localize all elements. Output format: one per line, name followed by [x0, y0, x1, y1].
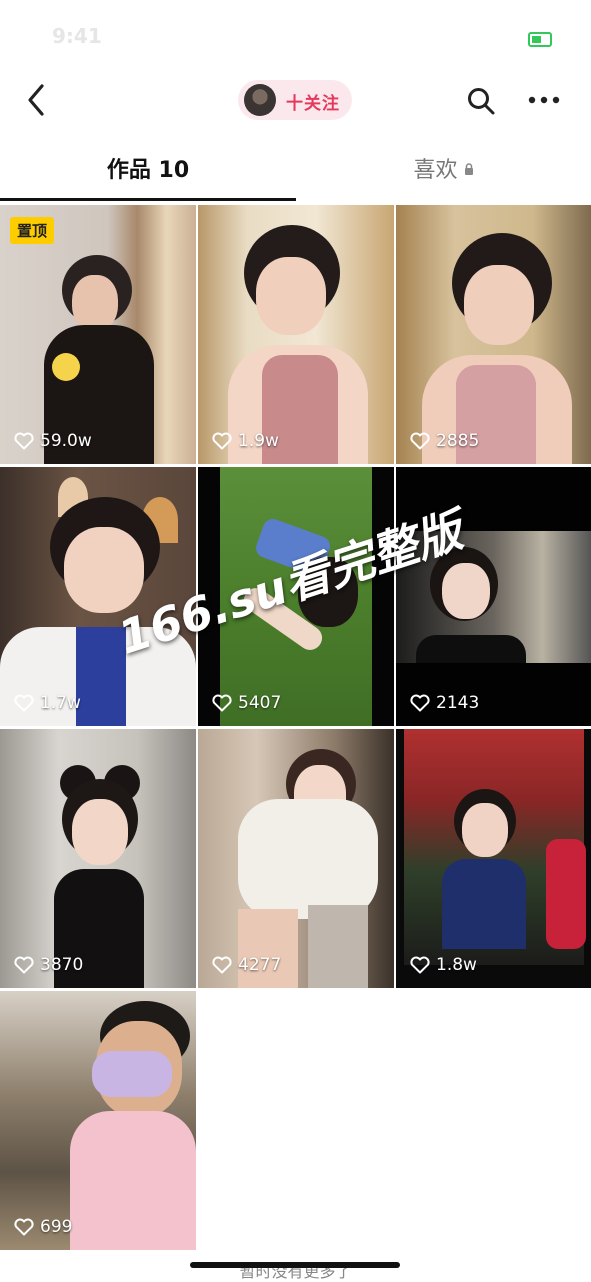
battery-icon	[528, 32, 552, 47]
video-item[interactable]: 置顶 59.0w	[0, 205, 196, 464]
tab-works[interactable]: 作品 10	[0, 140, 296, 202]
video-item[interactable]: 3870	[0, 729, 196, 988]
like-count-value: 2885	[436, 431, 480, 451]
profile-tabs: 作品 10 喜欢	[0, 140, 591, 204]
like-count: 699	[14, 1216, 72, 1238]
tab-works-label: 作品 10	[106, 158, 190, 183]
home-indicator	[190, 1262, 400, 1268]
like-count: 1.7w	[14, 692, 81, 714]
like-count-value: 1.8w	[436, 955, 477, 975]
like-count: 2885	[410, 430, 479, 452]
search-icon[interactable]	[466, 86, 496, 116]
like-count-value: 3870	[40, 955, 84, 975]
more-icon[interactable]	[526, 88, 562, 112]
heart-icon	[410, 432, 430, 450]
video-thumbnail	[396, 205, 591, 464]
heart-icon	[14, 956, 34, 974]
like-count: 1.9w	[212, 430, 279, 452]
video-item[interactable]: 699	[0, 991, 196, 1250]
video-thumbnail	[198, 205, 394, 464]
heart-icon	[410, 956, 430, 974]
video-thumbnail	[396, 729, 591, 988]
heart-icon	[14, 1218, 34, 1236]
pinned-badge: 置顶	[10, 217, 55, 244]
like-count: 2143	[410, 692, 479, 714]
active-tab-indicator	[0, 198, 296, 201]
like-count-value: 4277	[238, 955, 282, 975]
video-item[interactable]: 1.9w	[198, 205, 394, 464]
video-thumbnail	[0, 729, 196, 988]
heart-icon	[212, 432, 232, 450]
chevron-left-icon[interactable]	[22, 82, 52, 118]
like-count-value: 1.9w	[238, 431, 279, 451]
heart-icon	[410, 694, 430, 712]
like-count: 1.8w	[410, 954, 477, 976]
avatar	[244, 84, 276, 116]
heart-icon	[212, 694, 232, 712]
status-time: 9:41	[52, 24, 102, 48]
like-count-value: 2143	[436, 693, 480, 713]
like-count-value: 1.7w	[40, 693, 81, 713]
like-count-value: 699	[40, 1217, 73, 1237]
video-thumbnail	[0, 991, 196, 1250]
tab-likes-label: 喜欢	[413, 158, 458, 183]
heart-icon	[14, 694, 34, 712]
video-thumbnail	[198, 729, 394, 988]
video-item[interactable]: 4277	[198, 729, 394, 988]
heart-icon	[14, 432, 34, 450]
tab-likes[interactable]: 喜欢	[296, 140, 591, 202]
video-item[interactable]: 2885	[396, 205, 591, 464]
like-count: 5407	[212, 692, 281, 714]
heart-icon	[212, 956, 232, 974]
lock-icon	[464, 163, 473, 175]
like-count: 3870	[14, 954, 83, 976]
like-count: 59.0w	[14, 430, 92, 452]
like-count: 4277	[212, 954, 281, 976]
like-count-value: 5407	[238, 693, 282, 713]
follow-button[interactable]: 十关注	[238, 80, 352, 120]
like-count-value: 59.0w	[40, 431, 92, 451]
follow-label: 十关注	[286, 94, 340, 114]
video-item[interactable]: 1.8w	[396, 729, 591, 988]
top-nav: 十关注	[0, 62, 591, 138]
status-bar: 9:41	[0, 0, 591, 62]
